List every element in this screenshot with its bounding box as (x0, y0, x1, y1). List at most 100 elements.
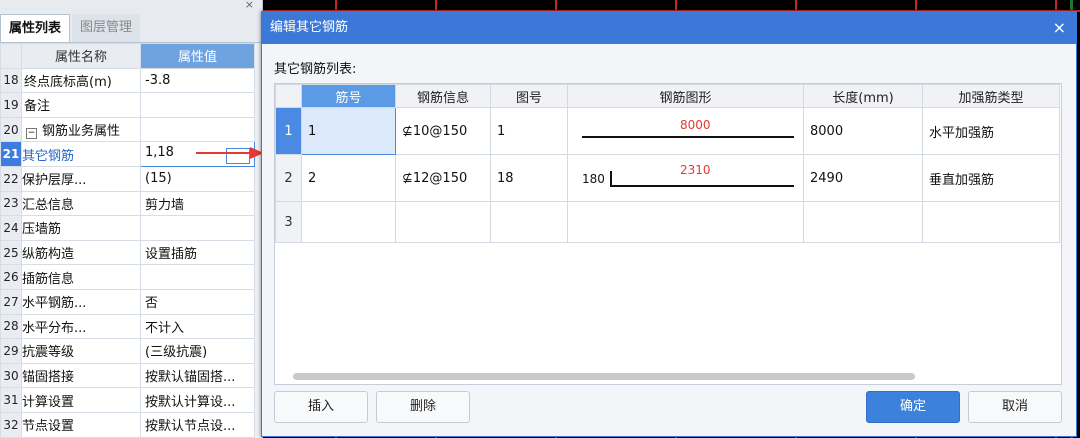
property-name: 抗震等级 (21, 338, 141, 364)
property-value-header: 属性值 (140, 43, 255, 69)
column-header-rebar-shape[interactable]: 钢筋图形 (567, 84, 804, 108)
rebar-shape-line (610, 185, 794, 187)
property-name: 汇总信息 (21, 190, 141, 217)
rebar-shape-cell[interactable] (567, 201, 804, 243)
table-row[interactable]: 19 备注 (0, 92, 255, 118)
tab-layer-management[interactable]: 图层管理 (72, 14, 141, 42)
row-number[interactable]: 2 (275, 154, 302, 202)
row-number: 32 (0, 411, 22, 438)
property-name: 保护层厚... (21, 165, 141, 192)
property-value[interactable]: 否 (140, 288, 255, 315)
property-name-header: 属性名称 (21, 43, 141, 69)
shape-dimension-label: 8000 (680, 118, 711, 132)
property-value[interactable] (140, 264, 255, 290)
horizontal-scrollbar[interactable] (293, 373, 915, 380)
row-number[interactable]: 1 (275, 107, 302, 155)
table-row[interactable]: 31 计算设置 按默认计算设... (0, 387, 255, 413)
panel-topbar: × (0, 0, 262, 14)
property-value[interactable]: (15) (140, 165, 255, 192)
figure-no-cell[interactable] (490, 201, 568, 243)
table-row[interactable]: 27 水平钢筋... 否 (0, 288, 255, 315)
row-number: 30 (0, 362, 22, 389)
table-row[interactable]: 20 − 钢筋业务属性 (0, 116, 255, 143)
rebar-shape-cell[interactable]: 180 2310 (567, 154, 804, 202)
bar-no-cell[interactable]: 1 (301, 107, 396, 155)
column-header-figure-no[interactable]: 图号 (490, 84, 568, 108)
rebar-shape-cell[interactable]: 8000 (567, 107, 804, 155)
edit-other-rebar-dialog: 编辑其它钢筋 × 其它钢筋列表: 筋号 钢筋信息 图号 钢筋图形 长度(mm) … (261, 11, 1077, 437)
figure-no-cell[interactable]: 1 (490, 107, 568, 155)
table-row[interactable]: 30 锚固搭接 按默认锚固搭... (0, 362, 255, 389)
rebar-info-cell[interactable]: ⊈10@150 (395, 107, 491, 155)
row-number: 22 (0, 165, 22, 192)
table-row[interactable]: 25 纵筋构造 设置插筋 (0, 239, 255, 266)
close-icon[interactable]: × (245, 0, 254, 11)
table-row[interactable]: 26 插筋信息 (0, 264, 255, 290)
table-row[interactable]: 3 (275, 201, 1060, 243)
table-row[interactable]: 24 压墙筋 (0, 215, 255, 241)
table-row[interactable]: 23 汇总信息 剪力墙 (0, 190, 255, 217)
bar-no-cell[interactable] (301, 201, 396, 243)
bar-no-cell[interactable]: 2 (301, 154, 396, 202)
row-number: 31 (0, 387, 22, 413)
row-number: 24 (0, 215, 22, 241)
column-header-rebar-info[interactable]: 钢筋信息 (395, 84, 491, 108)
rebar-info-cell[interactable]: ⊈12@150 (395, 154, 491, 202)
table-row[interactable]: 28 水平分布... 不计入 (0, 313, 255, 340)
rebar-info-cell[interactable] (395, 201, 491, 243)
column-header-length[interactable]: 长度(mm) (803, 84, 923, 108)
reinforcement-type-cell[interactable] (922, 201, 1060, 243)
reinforcement-type-cell[interactable]: 水平加强筋 (922, 107, 1060, 155)
cancel-button[interactable]: 取消 (968, 391, 1062, 423)
length-cell[interactable]: 8000 (803, 107, 923, 155)
property-name: 压墙筋 (21, 215, 141, 241)
property-value[interactable]: 不计入 (140, 313, 255, 340)
table-row[interactable]: 18 终点底标高(m) -3.8 (0, 67, 255, 94)
length-cell[interactable] (803, 201, 923, 243)
rebar-grid: 筋号 钢筋信息 图号 钢筋图形 长度(mm) 加强筋类型 1 1 ⊈10@150… (274, 83, 1062, 385)
panel-tabs: 属性列表 图层管理 (0, 14, 262, 43)
property-value[interactable]: 1,18 (145, 145, 174, 160)
property-value[interactable] (140, 215, 255, 241)
row-number[interactable]: 3 (275, 201, 302, 243)
table-row[interactable]: 29 抗震等级 (三级抗震) (0, 338, 255, 364)
column-header-bar-no[interactable]: 筋号 (301, 84, 396, 108)
dialog-title-bar[interactable]: 编辑其它钢筋 × (262, 12, 1076, 44)
row-number: 21 (0, 141, 22, 167)
figure-no-cell[interactable]: 18 (490, 154, 568, 202)
row-number: 20 (0, 116, 22, 143)
row-number-header (0, 43, 22, 69)
column-header-reinforcement-type[interactable]: 加强筋类型 (922, 84, 1060, 108)
property-value (140, 116, 255, 143)
collapse-icon[interactable]: − (26, 128, 37, 140)
property-value[interactable]: 剪力墙 (140, 190, 255, 217)
property-value[interactable]: 按默认计算设... (140, 387, 255, 413)
table-row[interactable]: 2 2 ⊈12@150 18 180 2310 2490 垂直加强筋 (275, 154, 1060, 202)
table-row[interactable]: 32 节点设置 按默认节点设... (0, 411, 255, 438)
shape-dimension-label: 2310 (680, 163, 711, 177)
table-row[interactable]: 22 保护层厚... (15) (0, 165, 255, 192)
property-value[interactable] (140, 92, 255, 118)
rebar-list-label: 其它钢筋列表: (274, 62, 357, 77)
property-name: 插筋信息 (21, 264, 141, 290)
rebar-hook-line (610, 171, 612, 187)
property-value[interactable]: 按默认锚固搭... (140, 362, 255, 389)
insert-button[interactable]: 插入 (274, 391, 368, 423)
tab-property-list[interactable]: 属性列表 (0, 14, 71, 42)
close-icon[interactable]: × (1053, 12, 1066, 44)
property-value[interactable]: 按默认节点设... (140, 411, 255, 438)
property-value[interactable]: 设置插筋 (140, 239, 255, 266)
property-group[interactable]: − 钢筋业务属性 (21, 116, 141, 143)
delete-button[interactable]: 删除 (376, 391, 470, 423)
property-name: 纵筋构造 (21, 239, 141, 266)
row-number-header (275, 84, 302, 108)
reinforcement-type-cell[interactable]: 垂直加强筋 (922, 154, 1060, 202)
length-cell[interactable]: 2490 (803, 154, 923, 202)
table-row-selected[interactable]: 1 1 ⊈10@150 1 8000 8000 水平加强筋 (275, 107, 1060, 155)
property-name: 终点底标高(m) (21, 67, 141, 94)
property-value[interactable]: (三级抗震) (140, 338, 255, 364)
row-number: 23 (0, 190, 22, 217)
property-value[interactable]: -3.8 (140, 67, 255, 94)
ok-button[interactable]: 确定 (866, 391, 960, 423)
property-name: 其它钢筋 (21, 141, 141, 167)
